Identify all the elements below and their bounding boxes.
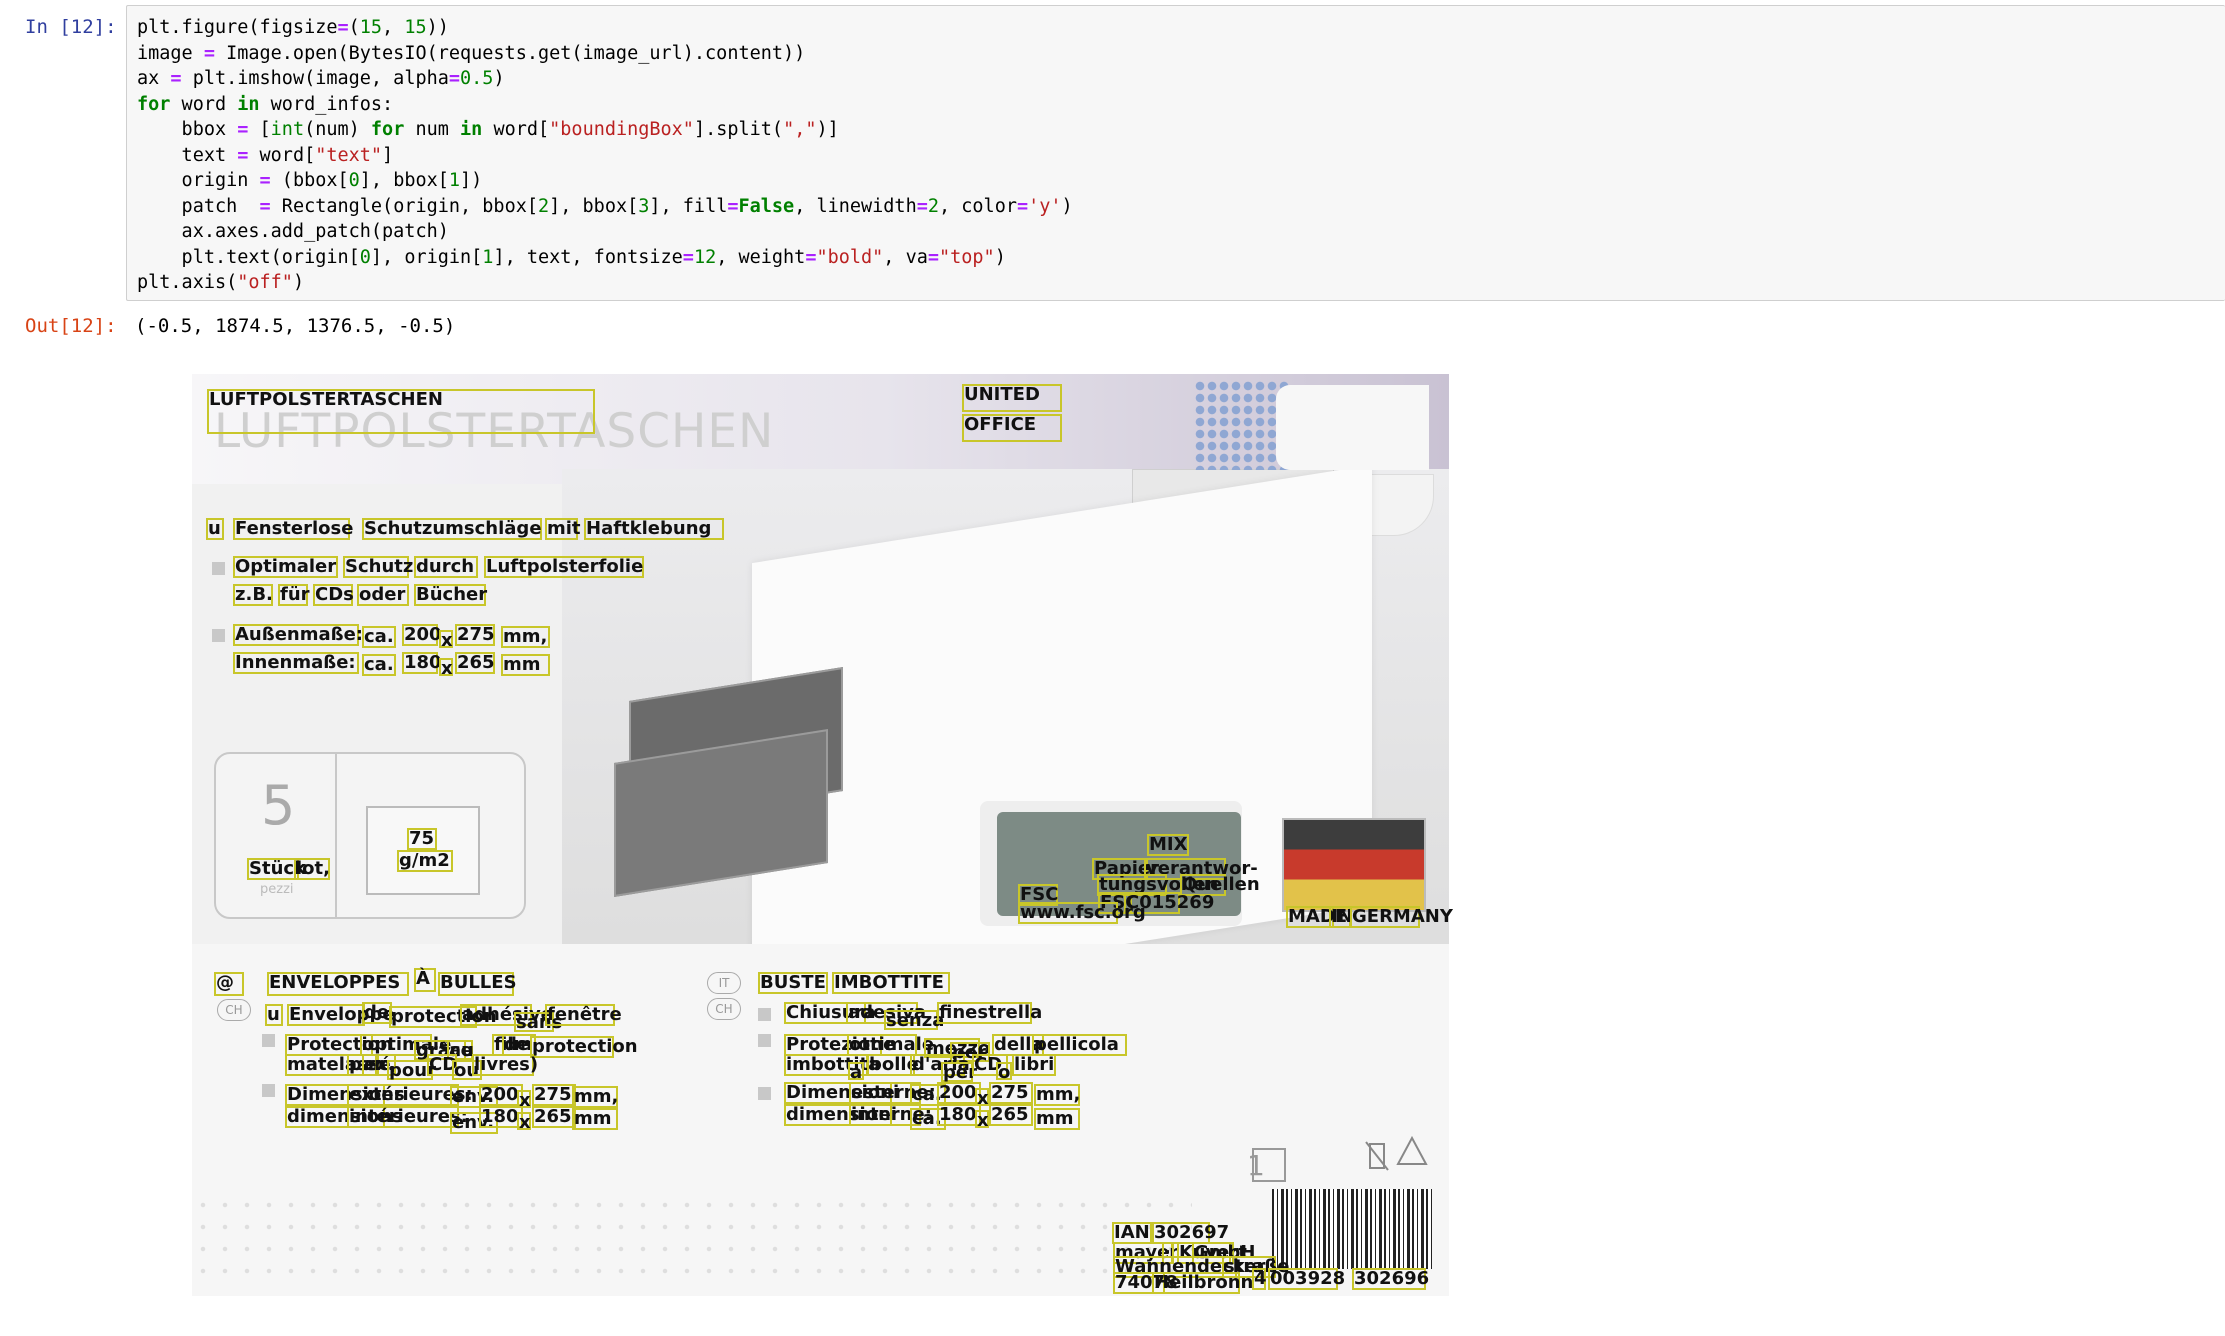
lang-badge-it: IT xyxy=(707,972,741,994)
ocr-word-label: de xyxy=(364,1002,390,1023)
ocr-word-label: 4 xyxy=(1254,1268,1267,1289)
ocr-word-label: www.fsc.org xyxy=(1020,902,1146,923)
ocr-word-label: Haftklebung xyxy=(586,518,712,539)
ocr-word-label: mm, xyxy=(503,626,548,647)
ocr-word-label: mm xyxy=(503,654,541,675)
recycle-icon xyxy=(1365,1135,1428,1171)
ocr-word-label: MIX xyxy=(1149,834,1188,855)
ocr-word-label: x xyxy=(519,1112,531,1133)
united-office-logo xyxy=(1194,380,1429,475)
pack-info-box: 5 pezzi xyxy=(214,752,526,919)
ocr-word-label: IAN xyxy=(1114,1222,1150,1243)
ocr-word-label: @ xyxy=(216,972,234,993)
ocr-word-label: mm, xyxy=(1036,1084,1081,1105)
ocr-word-label: Bücher xyxy=(416,584,488,605)
ocr-word-label: fenêtre xyxy=(547,1004,622,1025)
ocr-word-label: UNITED xyxy=(964,384,1040,405)
ocr-word-label: CDs xyxy=(315,584,354,605)
german-flag-icon xyxy=(1282,818,1426,912)
ocr-word-label: 302696 xyxy=(1354,1268,1430,1289)
ocr-word-label: g/m2 xyxy=(399,850,450,871)
ocr-word-label: OFFICE xyxy=(964,414,1037,435)
ocr-word-label: Schutzumschläge xyxy=(364,518,542,539)
ocr-word-label: IMBOTTITE xyxy=(834,972,944,993)
barcode-icon xyxy=(1272,1189,1432,1269)
ocr-word-label: 275 xyxy=(534,1084,572,1105)
ocr-word-label: À xyxy=(416,968,430,989)
output-image-figure: LUFTPOLSTERTASCHEN 5 pezzi CH IT CH 1 LU… xyxy=(192,374,1453,1296)
output-text: (-0.5, 1874.5, 1376.5, -0.5) xyxy=(135,315,456,337)
ocr-word-label: mm xyxy=(1036,1108,1074,1129)
ocr-word-label: pellicola xyxy=(1034,1034,1119,1055)
ocr-word-label: Luftpolsterfolie xyxy=(486,556,644,577)
ocr-word-label: mm, xyxy=(574,1086,619,1107)
code-text[interactable]: plt.figure(figsize=(15, 15)) image = Ima… xyxy=(137,15,1073,296)
ocr-word-label: durch xyxy=(416,556,475,577)
ocr-word-label: mit xyxy=(547,518,581,539)
ocr-word-label: ca. xyxy=(364,654,394,675)
ocr-word-label: oder xyxy=(359,584,406,605)
input-prompt: In [12]: xyxy=(25,16,117,38)
ocr-word-label: Innenmaße: xyxy=(235,652,356,673)
lang-badge-ch: CH xyxy=(217,999,251,1021)
ocr-word-label: de xyxy=(504,1034,530,1055)
ocr-word-label: libri xyxy=(1014,1054,1055,1075)
ocr-word-label: 265 xyxy=(534,1106,572,1127)
ocr-word-label: Fensterlose xyxy=(235,518,354,539)
ocr-word-label: für xyxy=(280,584,310,605)
ocr-word-label: ottimale xyxy=(849,1034,935,1055)
ocr-word-label: 180 xyxy=(939,1104,977,1125)
ocr-word-label: x xyxy=(441,658,453,679)
ocr-word-label: 275 xyxy=(457,624,495,645)
ocr-word-label: senza xyxy=(886,1010,945,1031)
code-cell-editor[interactable]: plt.figure(figsize=(15, 15)) image = Ima… xyxy=(126,5,2225,301)
lang-badge-ch: CH xyxy=(707,998,741,1020)
ocr-word-label: ca. xyxy=(364,626,394,647)
ocr-word-label: 003928 xyxy=(1270,1268,1346,1289)
ocr-word-label: 275 xyxy=(991,1082,1029,1103)
pack-count: 5 xyxy=(261,774,296,837)
ocr-word-label: 265 xyxy=(991,1104,1029,1125)
ocr-word-label: 180 xyxy=(481,1106,519,1127)
ocr-word-label: o xyxy=(998,1062,1011,1083)
ocr-word-label: finestrella xyxy=(939,1002,1043,1023)
output-prompt: Out[12]: xyxy=(25,315,117,337)
ocr-word-label: 302697 xyxy=(1154,1222,1230,1243)
ocr-word-label: 180 xyxy=(404,652,442,673)
ocr-word-label: LUFTPOLSTERTASCHEN xyxy=(209,389,443,410)
ocr-word-label: z.B. xyxy=(235,584,273,605)
ocr-word-label: protection xyxy=(532,1036,638,1057)
ocr-word-label: ENVELOPPES xyxy=(269,972,401,993)
ocr-word-label: Schutz xyxy=(345,556,414,577)
ocr-word-label: 75 xyxy=(409,828,435,849)
ocr-word-label: GERMANY xyxy=(1352,906,1453,927)
pack-pezzi-label: pezzi xyxy=(260,882,294,897)
logo-dots-icon xyxy=(1194,380,1289,470)
ocr-word-label: u xyxy=(267,1004,280,1025)
ocr-word-label: Optimaler xyxy=(235,556,337,577)
ocr-word-label: livres) xyxy=(474,1054,539,1075)
package-square-icon xyxy=(1252,1148,1286,1182)
ocr-word-label: BULLES xyxy=(440,972,517,993)
ocr-word-label: mm xyxy=(574,1108,612,1129)
ocr-word-label: 265 xyxy=(457,652,495,673)
ocr-word-label: 200 xyxy=(939,1082,977,1103)
ocr-word-label: BUSTE xyxy=(760,972,826,993)
ocr-word-label: Außenmaße: xyxy=(235,624,363,645)
ocr-word-label: a xyxy=(850,1062,863,1083)
ocr-word-label: x xyxy=(441,630,453,651)
ocr-word-label: Heilbronn xyxy=(1154,1272,1254,1293)
ocr-word-label: lot, xyxy=(296,858,330,879)
ocr-word-label: x xyxy=(977,1110,989,1131)
ocr-word-label: 200 xyxy=(481,1084,519,1105)
ocr-word-label: 200 xyxy=(404,624,442,645)
ocr-word-label: u xyxy=(208,518,221,539)
